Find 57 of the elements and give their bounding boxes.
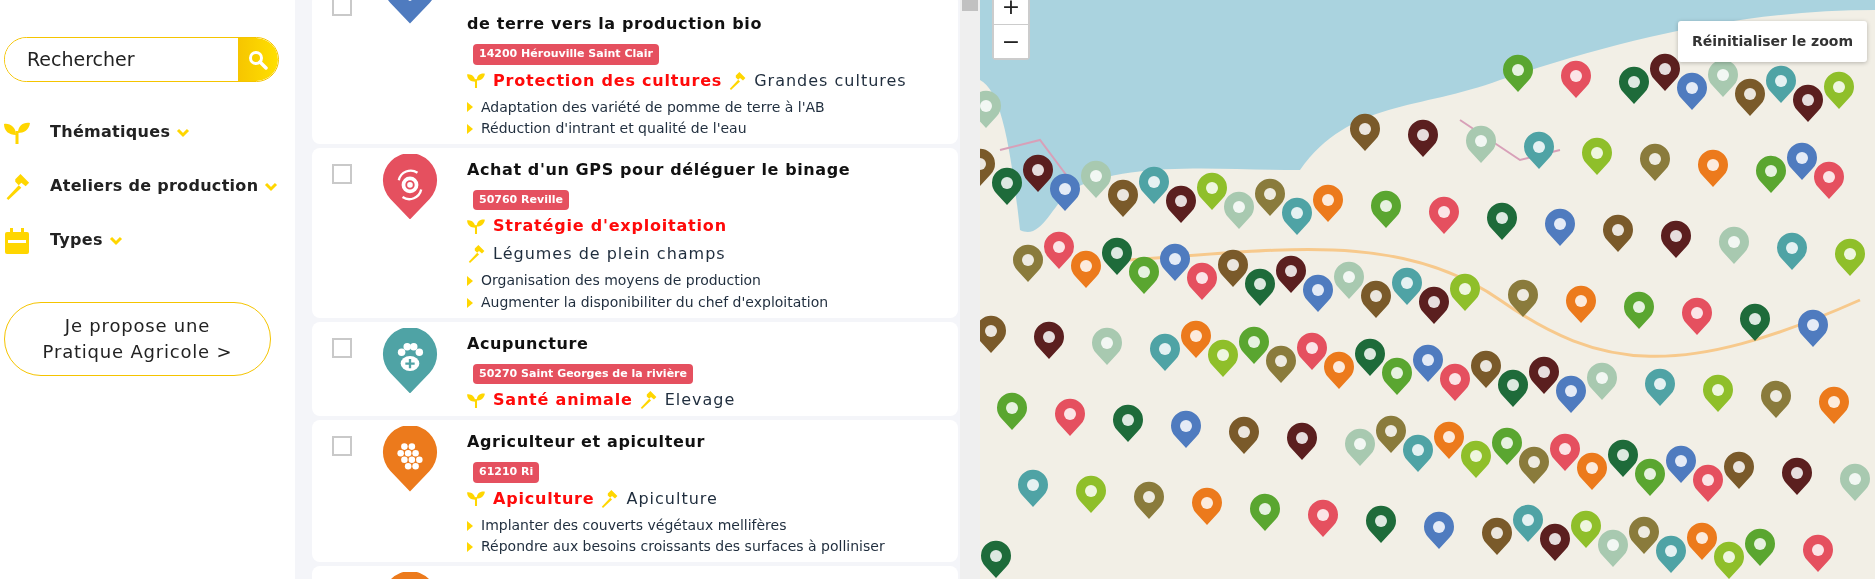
filter-toggle[interactable]: Ateliers de production [50,174,279,198]
practice-title: Acupuncture [467,332,590,355]
goal-text: Adaptation des variété de pomme de terre à l'AB [481,97,825,117]
chevron-icon [108,235,123,246]
zoom-out-button[interactable]: − [994,24,1028,58]
workshop-label: Apiculture [626,487,718,510]
location-tag: 50760 Reville [473,189,569,211]
bullet-icon [467,276,473,287]
filter-toggle[interactable]: Types [50,228,123,252]
location-tag: 14200 Hérouville Saint Clair [473,44,659,65]
sprout-icon [467,218,485,234]
checkbox[interactable] [332,337,352,358]
practice-title: Achat d'un GPS pour déléguer le binage [467,158,852,181]
goal-text: Réduction d'intrant et qualité de l'eau [481,119,747,139]
hammer-icon [728,71,747,90]
hammer-icon [638,391,657,410]
workshop-label: Légumes de plein champs [493,243,726,266]
reset-zoom-button[interactable]: Réinitialiser le zoom [1677,21,1867,62]
location-tag: 61210 Ri [473,462,540,483]
filter-toggle[interactable]: Thématiques [50,120,191,144]
sprout-icon [4,120,30,146]
bullet-icon [467,124,473,135]
map-drawing[interactable] [980,0,1875,579]
location-tag: 50270 Saint Georges de la rivière [473,363,693,385]
theme-label: Santé animale [493,389,633,412]
theme-label: Stratégie d'exploitation [493,215,727,238]
calendar-icon [4,228,30,254]
hammer-icon [4,174,30,200]
practice-title: Agriculteur et apiculteur [467,431,706,454]
goal-text: Répondre aux besoins croissants des surfaces à polliniser [481,537,885,557]
checkbox[interactable] [332,0,352,16]
goal-text: Organisation des moyens de production [481,271,761,291]
theme-label: Apiculture [493,487,595,510]
search-button[interactable] [238,38,278,81]
chevron-icon [264,181,279,192]
bullet-icon [467,542,473,553]
workshop-label: Grandes cultures [754,69,907,92]
propose-practice-button[interactable]: Je propose une Pratique Agricole > [4,302,271,377]
scrollbar-thumb[interactable] [962,0,978,11]
checkbox[interactable] [332,436,352,457]
checkbox[interactable] [332,163,352,184]
hammer-icon [467,245,485,264]
workshop-label: Elevage [664,389,736,412]
chevron-icon [176,127,191,138]
bullet-icon [467,102,473,113]
goal-text: Augmenter la disponibiliter du chef d'exploitation [481,293,829,313]
search-field[interactable]: Rechercher [4,37,279,82]
bullet-icon [467,520,473,531]
sprout-icon [467,392,485,408]
search-icon [248,49,268,70]
sprout-icon [467,73,485,88]
theme-label: Protection des cultures [493,69,723,92]
practice-title: de terre vers la production bio [467,13,763,35]
hammer-icon [600,489,619,508]
sprout-icon [467,491,485,507]
goal-text: Implanter des couverts végétaux mellifères [481,515,787,535]
bullet-icon [467,297,473,308]
